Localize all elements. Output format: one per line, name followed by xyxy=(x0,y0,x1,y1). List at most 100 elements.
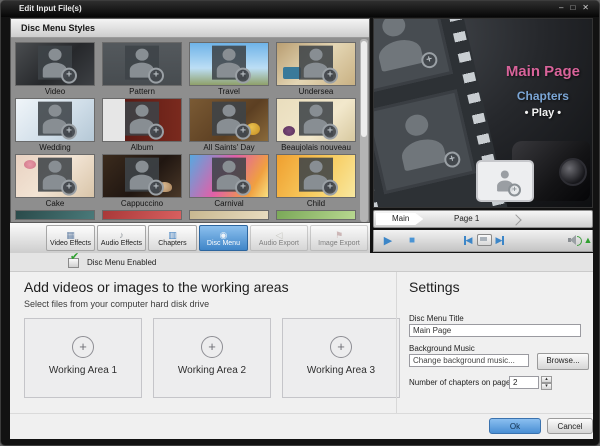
working-areas-heading: Add videos or images to the working area… xyxy=(24,279,289,295)
minimize-icon[interactable]: – xyxy=(559,3,563,13)
working-area-1[interactable]: + Working Area 1 xyxy=(24,318,142,398)
person-placeholder-icon: + xyxy=(38,158,72,192)
add-icon: + xyxy=(235,68,251,84)
volume-button[interactable]: ▲ xyxy=(582,232,594,248)
style-thumbnail-partial[interactable] xyxy=(15,210,99,220)
style-label: Album xyxy=(102,143,182,152)
chapters-count-stepper: ▴ ▾ xyxy=(541,376,552,389)
add-icon: + xyxy=(61,68,77,84)
style-thumbnail-partial[interactable] xyxy=(102,210,186,220)
style-thumbnail-cappuccino[interactable]: + Cappuccino xyxy=(102,154,186,208)
style-image: + xyxy=(189,42,269,86)
maximize-icon[interactable]: □ xyxy=(570,3,575,13)
next-page-button[interactable]: ▶ xyxy=(490,232,510,248)
styles-scrollbar[interactable] xyxy=(360,39,368,222)
style-thumbnail-child[interactable]: + Child xyxy=(276,154,360,208)
style-label: Pattern xyxy=(102,87,182,96)
style-image xyxy=(189,210,269,220)
video-frame-placeholder: + xyxy=(373,18,453,95)
title-bar[interactable]: Edit Input File(s) – □ ✕ xyxy=(1,1,599,17)
style-label: Carnival xyxy=(189,199,269,208)
stop-button[interactable]: ■ xyxy=(402,232,422,248)
mute-button[interactable] xyxy=(566,232,582,248)
style-thumbnail-pattern[interactable]: + Pattern xyxy=(102,42,186,96)
styles-grid: + Video + Pattern + Travel + Undersea + … xyxy=(11,38,369,222)
person-placeholder-icon: + xyxy=(384,102,456,176)
audio-export-button[interactable]: ◁ Audio Export xyxy=(250,225,308,251)
stepper-up-icon[interactable]: ▴ xyxy=(541,376,552,383)
panel-header: Disc Menu Styles xyxy=(11,19,369,38)
scrollbar-thumb[interactable] xyxy=(361,41,367,137)
button-label: Chapters xyxy=(158,240,186,247)
browse-button[interactable]: Browse... xyxy=(537,353,589,370)
style-thumbnail-carnival[interactable]: + Carnival xyxy=(189,154,273,208)
tab-page-1[interactable]: Page 1 xyxy=(438,213,493,225)
person-placeholder-icon: + xyxy=(494,168,516,193)
image-export-button[interactable]: ⚑ Image Export xyxy=(310,225,368,251)
audio-effects-button[interactable]: ♪ Audio Effects xyxy=(97,225,146,251)
check-mark: ✔ xyxy=(70,252,79,263)
person-placeholder-icon: + xyxy=(212,158,246,192)
style-thumbnail-cake[interactable]: + Cake xyxy=(15,154,99,208)
disc-menu-button[interactable]: ◉ Disc Menu xyxy=(199,225,248,251)
working-area-2[interactable]: + Working Area 2 xyxy=(153,318,271,398)
style-thumbnail-undersea[interactable]: + Undersea xyxy=(276,42,360,96)
button-label: Image Export xyxy=(318,240,360,247)
style-label: All Saints' Day xyxy=(189,143,269,152)
style-thumbnail-album[interactable]: + Album xyxy=(102,98,186,152)
chevron-right-icon xyxy=(510,214,521,225)
disc-menu-icon: ◉ xyxy=(220,230,228,240)
window-controls: – □ ✕ xyxy=(559,3,589,13)
enabled-check-icon: ✔ xyxy=(68,256,82,268)
cancel-button[interactable]: Cancel xyxy=(547,418,593,434)
style-thumbnail-partial[interactable] xyxy=(276,210,360,220)
person-placeholder-icon: + xyxy=(212,46,246,80)
chapters-button[interactable]: ▥ Chapters xyxy=(148,225,197,251)
working-areas-subtitle: Select files from your computer hard dis… xyxy=(24,299,209,309)
image-export-icon: ⚑ xyxy=(335,230,343,240)
disc-menu-styles-panel: Disc Menu Styles + Video + Pattern + Tra… xyxy=(10,18,370,223)
person-placeholder-icon: + xyxy=(373,18,433,77)
audio-export-icon: ◁ xyxy=(275,230,282,240)
style-thumbnail-beaujolais[interactable]: + Beaujolais nouveau xyxy=(276,98,360,152)
style-thumbnail-partial[interactable] xyxy=(189,210,273,220)
style-image: + xyxy=(276,42,356,86)
preview-play-link[interactable]: • Play • xyxy=(506,107,580,119)
preview-chapters-link[interactable]: Chapters xyxy=(506,89,580,103)
working-area-3[interactable]: + Working Area 3 xyxy=(282,318,400,398)
close-icon[interactable]: ✕ xyxy=(582,3,589,13)
add-icon: + xyxy=(61,180,77,196)
video-effects-button[interactable]: ▦ Video Effects xyxy=(46,225,95,251)
style-image xyxy=(15,210,95,220)
style-thumbnail-travel[interactable]: + Travel xyxy=(189,42,273,96)
preview-controls: ▶ ■ ◀ ▶ ▲ xyxy=(373,230,593,252)
style-image xyxy=(102,210,182,220)
working-area-label: Working Area 3 xyxy=(283,365,399,376)
preview-panel: + + Main Page Chapters • Play • + Main P… xyxy=(373,18,593,252)
style-thumbnail-wedding[interactable]: + Wedding xyxy=(15,98,99,152)
camcorder-screen: + xyxy=(476,160,534,202)
disc-menu-preview[interactable]: + + Main Page Chapters • Play • + xyxy=(373,18,593,208)
chapters-count-input[interactable]: 2 xyxy=(509,376,539,389)
ok-button[interactable]: Ok xyxy=(489,418,541,434)
button-label: Disc Menu xyxy=(207,240,240,247)
disc-menu-enabled-toggle[interactable]: ✔ Disc Menu Enabled xyxy=(10,253,593,272)
style-image: + xyxy=(15,98,95,142)
style-label: Child xyxy=(276,199,356,208)
add-icon: + xyxy=(148,68,164,84)
style-thumbnail-all-saints-day[interactable]: + All Saints' Day xyxy=(189,98,273,152)
style-thumbnail-video[interactable]: + Video xyxy=(15,42,99,96)
play-button[interactable]: ▶ xyxy=(378,232,398,248)
background-music-label: Background Music xyxy=(409,344,475,353)
camcorder-lens xyxy=(559,158,587,186)
background-music-input[interactable] xyxy=(409,354,529,367)
tab-main[interactable]: Main xyxy=(376,213,423,225)
disc-menu-title-input[interactable] xyxy=(409,324,581,337)
preview-page-tabs: Main Page 1 xyxy=(373,210,593,228)
style-image: + xyxy=(276,154,356,198)
working-area-label: Working Area 2 xyxy=(154,365,270,376)
person-placeholder-icon: + xyxy=(125,102,159,136)
person-placeholder-icon: + xyxy=(125,46,159,80)
style-image: + xyxy=(15,154,95,198)
stepper-down-icon[interactable]: ▾ xyxy=(541,383,552,390)
